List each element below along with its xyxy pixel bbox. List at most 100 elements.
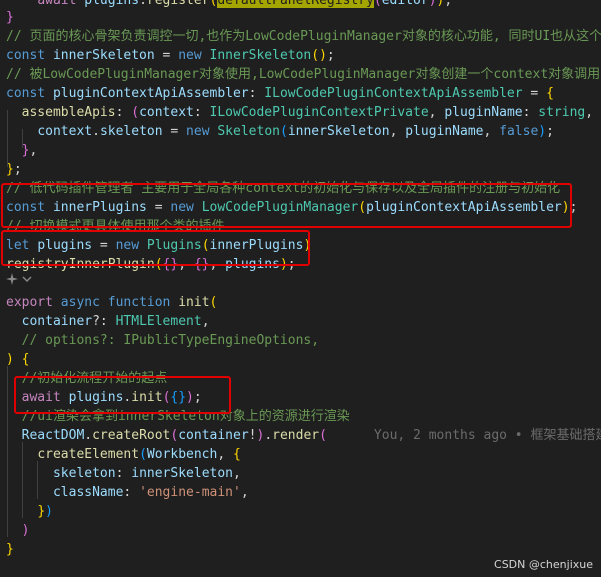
code-token: ?: (92, 314, 116, 329)
code-token: : (123, 485, 140, 500)
code-token: ReactDOM (21, 428, 85, 443)
sparkle-icon[interactable] (6, 272, 18, 288)
code-token: await (37, 0, 77, 8)
code-token: ! (248, 428, 257, 443)
code-line[interactable]: // 被LowCodePluginManager对象使用,LowCodePlug… (6, 65, 600, 84)
chevron-down-icon[interactable] (22, 273, 32, 287)
code-token: ) (45, 504, 53, 519)
code-token: context (139, 105, 194, 120)
code-line[interactable]: const pluginContextApiAssembler: ILowCod… (6, 84, 554, 103)
code-token: } (6, 10, 14, 25)
indent-guide (7, 366, 8, 537)
code-token: ) (21, 523, 30, 538)
code-token: innerSkeleton (287, 124, 390, 139)
code-token: = (522, 86, 547, 101)
code-token: render (272, 428, 320, 443)
code-token: , (428, 105, 445, 120)
code-line[interactable]: ReactDOM.createRoot(container!).render( … (6, 426, 601, 445)
code-line[interactable]: container?: HTMLElement, (6, 312, 210, 331)
code-token: ( (319, 428, 327, 443)
code-token: : (115, 105, 132, 120)
code-line[interactable]: assembleApis: (context: ILowCodePluginCo… (6, 103, 601, 122)
code-token: 'engine-main' (139, 485, 241, 500)
code-token: ( (131, 105, 140, 120)
code-token: { (546, 86, 554, 101)
code-line[interactable]: className: 'engine-main', (6, 483, 249, 502)
code-token: . (139, 0, 147, 8)
code-token: container (21, 314, 93, 329)
code-token: ( (279, 124, 288, 139)
code-token: ) (6, 352, 14, 367)
code-line[interactable]: // options?: IPublicTypeEngineOptions, (6, 331, 319, 350)
code-token: assembleApis (21, 105, 116, 120)
indent-guide (7, 110, 8, 167)
code-token: Workbench (146, 447, 218, 462)
code-token: createRoot (92, 428, 171, 443)
code-token: ILowCodePluginContextPrivate (209, 105, 429, 120)
code-token: skeleton (99, 124, 163, 139)
code-token: { (21, 352, 30, 367)
code-editor[interactable]: await plugins.register(defaultPanelRegis… (0, 0, 601, 577)
code-token: : (193, 105, 210, 120)
code-token: , (29, 143, 38, 158)
code-token: ) (319, 48, 327, 63)
code-token: async (60, 295, 100, 310)
code-token: . (92, 124, 100, 139)
code-token: new (178, 48, 202, 63)
code-line[interactable]: ) (6, 521, 30, 540)
code-line[interactable]: ) { (6, 350, 29, 369)
code-token: : (522, 105, 539, 120)
indent-guide (22, 442, 23, 518)
code-token: : (248, 86, 265, 101)
code-token: init (178, 295, 210, 310)
code-line[interactable]: }) (6, 502, 53, 521)
code-line[interactable]: export async function init( (6, 293, 217, 312)
indent-guide (22, 129, 23, 148)
code-token: pluginName (405, 124, 484, 139)
code-token: Skeleton (217, 124, 280, 139)
code-token: editor (381, 0, 429, 8)
code-line[interactable]: } (6, 540, 14, 559)
code-token: container (178, 428, 249, 443)
code-token: ( (311, 48, 320, 63)
code-line[interactable]: context.skeleton = new Skeleton(innerSke… (6, 122, 554, 141)
code-token: const (6, 86, 46, 101)
code-token: function (107, 295, 171, 310)
code-token: // 页面的核心骨架负责调控一切,也作为LowCodePluginManager… (6, 29, 601, 44)
code-line[interactable]: }; (6, 160, 22, 179)
codelens[interactable] (6, 271, 32, 289)
code-token: className (52, 485, 124, 500)
watermark: CSDN @chenjixue (494, 558, 593, 571)
code-line[interactable]: const innerSkeleton = new InnerSkeleton(… (6, 46, 335, 65)
code-token: You, 2 months ago • 框架基础搭建 (373, 428, 601, 443)
code-token: = (154, 48, 179, 63)
code-token: , (585, 105, 601, 120)
code-token: ( (139, 447, 147, 462)
code-line[interactable]: } (6, 8, 14, 27)
code-line[interactable]: // 页面的核心骨架负责调控一切,也作为LowCodePluginManager… (6, 27, 601, 46)
code-line[interactable]: await plugins.register (defaultPanelRegis… (6, 0, 452, 10)
code-token: , (201, 314, 210, 329)
code-token: pluginName (444, 105, 523, 120)
code-token: context (37, 124, 93, 139)
code-token: } (37, 504, 46, 519)
code-token: HTMLElement (115, 314, 202, 329)
code-token: = (162, 124, 187, 139)
code-line[interactable]: skeleton: innerSkeleton, (6, 464, 241, 483)
code-token: ; (546, 124, 554, 139)
code-line[interactable]: createElement(Workbench, { (6, 445, 241, 464)
code-token: ; (444, 0, 453, 8)
